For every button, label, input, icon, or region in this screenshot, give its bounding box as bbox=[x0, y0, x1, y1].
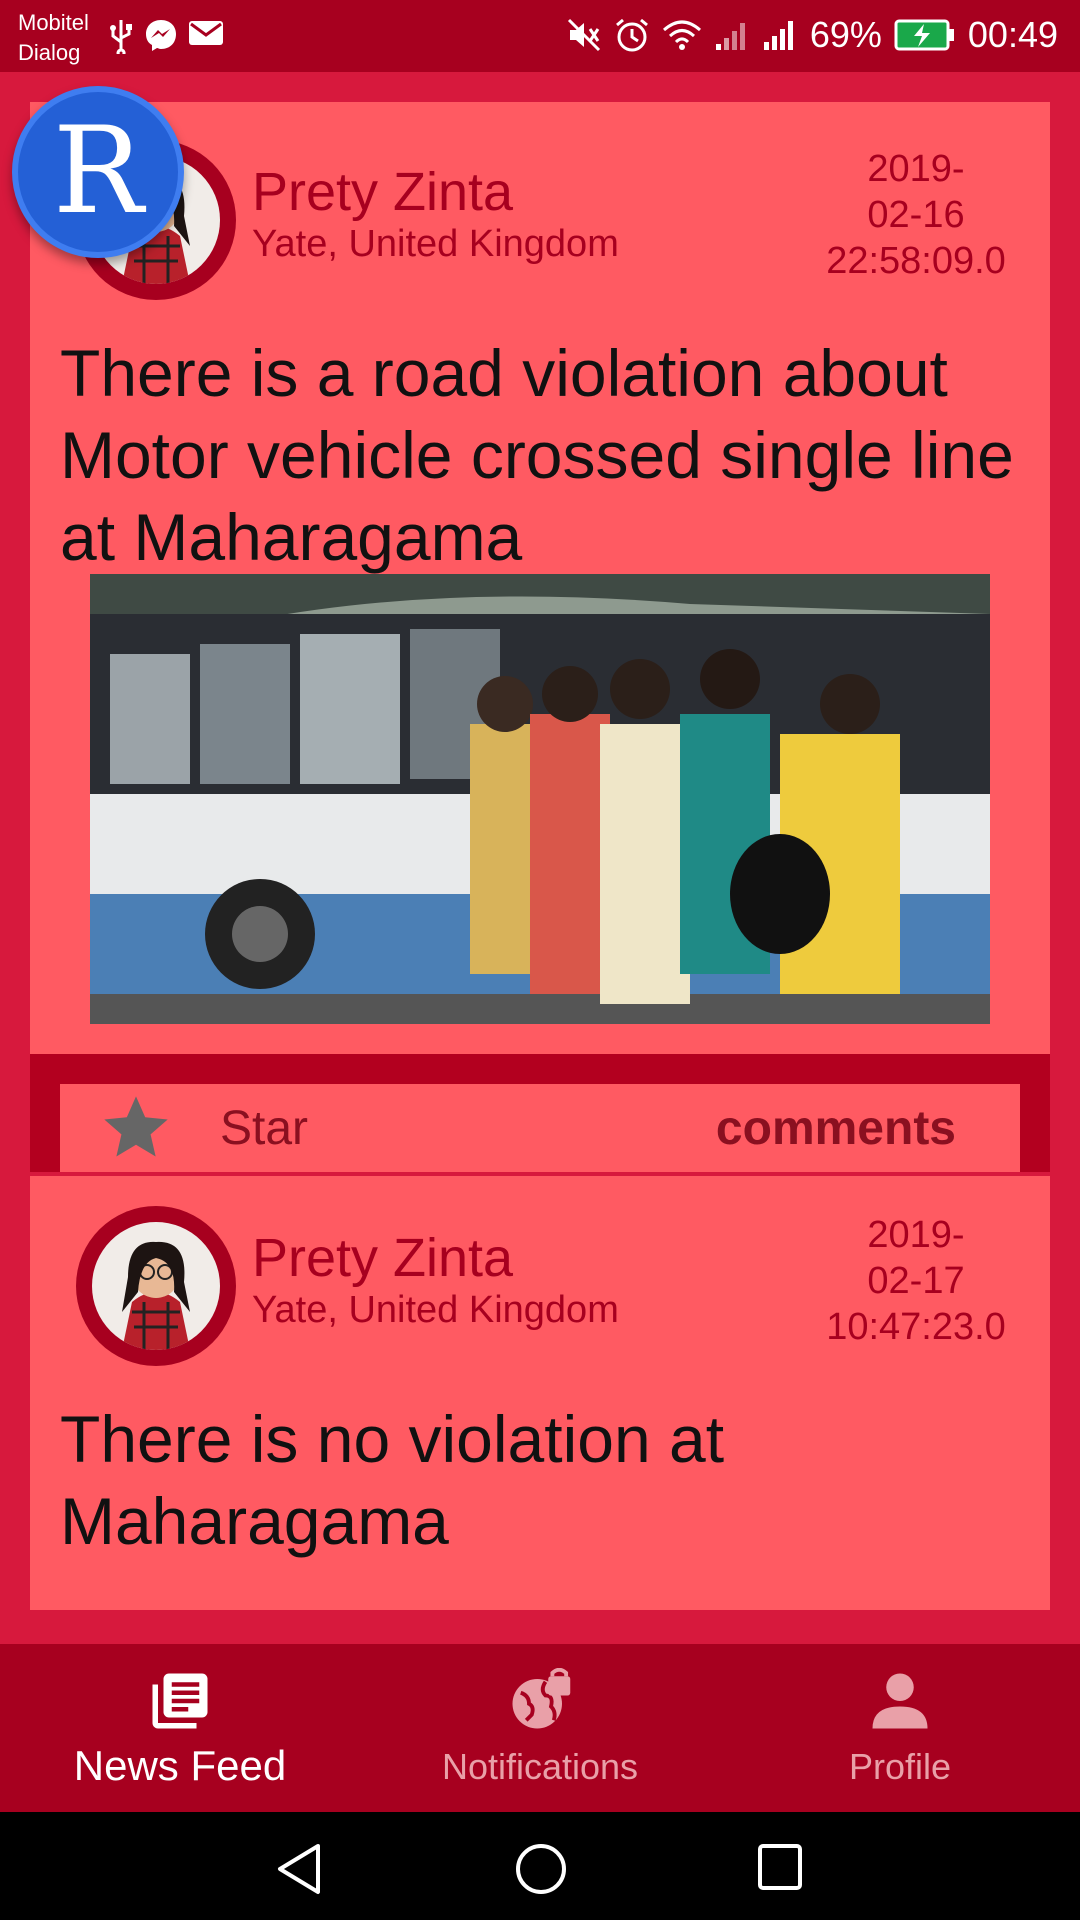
nav-profile[interactable]: Profile bbox=[720, 1644, 1080, 1812]
date-line-2: 02-16 bbox=[867, 194, 965, 236]
carrier-1: Mobitel bbox=[18, 10, 89, 35]
carrier-info: Mobitel Dialog bbox=[18, 8, 89, 68]
author-location: Yate, United Kingdom bbox=[252, 1289, 619, 1331]
post-card[interactable]: Prety Zinta Yate, United Kingdom 2019- 0… bbox=[30, 102, 1050, 1172]
nav-label: Notifications bbox=[441, 1746, 639, 1787]
wifi-icon bbox=[662, 20, 701, 50]
person-icon bbox=[872, 1673, 928, 1729]
carrier-2: Dialog bbox=[18, 40, 81, 65]
battery-percent: 69% bbox=[809, 14, 882, 55]
battery-charging-icon bbox=[894, 19, 954, 51]
messenger-icon bbox=[146, 20, 176, 51]
home-icon[interactable] bbox=[514, 1842, 568, 1896]
status-right: 69% 00:49 bbox=[566, 10, 1058, 60]
post-date: 2019- 02-17 10:47:23.0 bbox=[816, 1212, 1016, 1350]
post-card[interactable]: Prety Zinta Yate, United Kingdom 2019- 0… bbox=[30, 1176, 1050, 1610]
post-date: 2019- 02-16 22:58:09.0 bbox=[816, 146, 1016, 284]
news-feed-icon bbox=[152, 1673, 208, 1729]
post-image[interactable] bbox=[90, 574, 990, 1024]
nav-label: Profile bbox=[848, 1746, 952, 1787]
mail-icon bbox=[189, 21, 223, 45]
nav-label: News Feed bbox=[73, 1742, 287, 1789]
system-navigation-bar bbox=[0, 1812, 1080, 1920]
author-avatar[interactable] bbox=[76, 1206, 236, 1366]
recents-icon[interactable] bbox=[756, 1842, 804, 1892]
author-name[interactable]: Prety Zinta bbox=[252, 162, 513, 222]
date-line-3: 22:58:09.0 bbox=[826, 240, 1006, 282]
notification-icons bbox=[108, 18, 224, 54]
usb-icon bbox=[110, 20, 132, 54]
action-bar: Star comments bbox=[60, 1084, 1020, 1172]
news-feed[interactable]: Prety Zinta Yate, United Kingdom 2019- 0… bbox=[0, 72, 1080, 1612]
date-line-2: 02-17 bbox=[867, 1260, 965, 1302]
author-name[interactable]: Prety Zinta bbox=[252, 1228, 513, 1288]
date-line-3: 10:47:23.0 bbox=[826, 1306, 1006, 1348]
bottom-navigation: News Feed Notifications Profile bbox=[0, 1644, 1080, 1812]
status-bar: Mobitel Dialog 69% 00:49 bbox=[0, 0, 1080, 72]
globe-lock-icon bbox=[512, 1668, 571, 1729]
nav-news-feed[interactable]: News Feed bbox=[0, 1644, 360, 1812]
post-text: There is no violation at Maharagama bbox=[60, 1402, 725, 1558]
r-app-badge[interactable]: R bbox=[12, 86, 184, 258]
post-text: There is a road violation about Motor ve… bbox=[60, 336, 1014, 574]
date-line-1: 2019- bbox=[867, 1214, 965, 1256]
comments-button[interactable]: comments bbox=[716, 1102, 956, 1156]
signal-strong-icon bbox=[763, 21, 793, 50]
signal-weak-icon bbox=[715, 23, 745, 50]
nav-notifications[interactable]: Notifications bbox=[360, 1644, 720, 1812]
clock: 00:49 bbox=[967, 14, 1058, 55]
star-button[interactable]: Star bbox=[220, 1102, 308, 1156]
date-line-1: 2019- bbox=[867, 148, 965, 190]
mute-icon bbox=[567, 18, 600, 52]
avatar-image bbox=[92, 1222, 220, 1350]
star-icon[interactable] bbox=[98, 1090, 174, 1166]
back-icon[interactable] bbox=[274, 1842, 324, 1896]
badge-letter: R bbox=[52, 102, 144, 241]
author-location: Yate, United Kingdom bbox=[252, 223, 619, 265]
alarm-icon bbox=[615, 18, 648, 52]
post-actions: Star comments bbox=[30, 1054, 1050, 1172]
